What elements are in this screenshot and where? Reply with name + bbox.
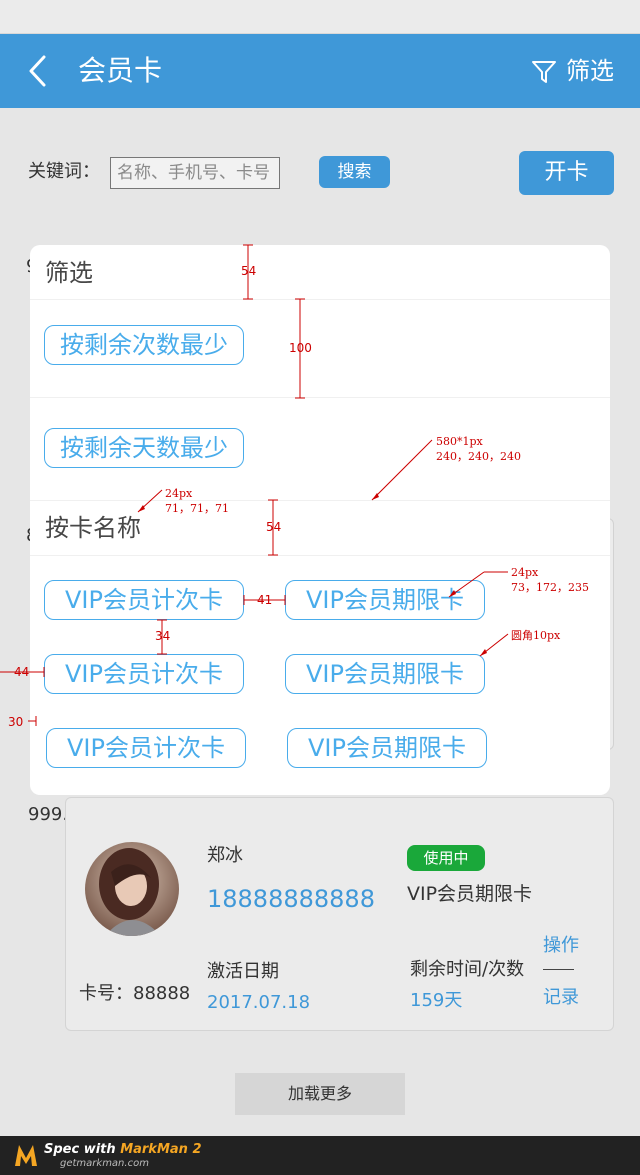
page-title: 会员卡 <box>78 54 163 87</box>
markman-prefix: Spec with <box>44 1142 121 1157</box>
markman-title: Spec with MarkMan 2 <box>44 1142 202 1158</box>
markman-url: getmarkman.com <box>60 1158 149 1169</box>
card-name-option[interactable]: VIP会员计次卡 <box>46 728 246 768</box>
filter-panel: 筛选 按剩余次数最少 按剩余天数最少 按卡名称 VIP会员计次卡 VIP会员期限… <box>30 245 610 795</box>
annotation-label: 54 <box>241 264 257 278</box>
annotation-label: 54 <box>266 520 282 534</box>
search-button[interactable]: 搜索 <box>319 156 390 188</box>
remaining-label: 剩余时间/次数 <box>410 959 525 980</box>
app-header: 会员卡 筛选 <box>0 34 640 108</box>
operate-link[interactable]: 操作 <box>543 934 579 958</box>
member-phone: 18888888888 <box>207 885 375 913</box>
annotation-label: 41 <box>257 593 273 607</box>
activate-date-value: 2017.07.18 <box>207 992 311 1013</box>
remaining-value: 159天 <box>410 990 463 1011</box>
annotation-label: 34 <box>155 629 171 643</box>
filter-panel-title: 筛选 <box>45 259 93 287</box>
sort-least-days-option[interactable]: 按剩余天数最少 <box>44 428 244 468</box>
load-more-button[interactable]: 加载更多 <box>235 1073 405 1115</box>
avatar <box>85 842 179 936</box>
list-count-text: 999. <box>28 804 69 825</box>
annotation-label: 73，172，235 <box>511 581 589 594</box>
card-type: VIP会员期限卡 <box>407 883 533 905</box>
divider <box>30 397 610 398</box>
status-badge: 使用中 <box>407 845 485 871</box>
markman-logo-icon <box>15 1145 37 1166</box>
annotation-label: 44 <box>14 665 30 679</box>
markman-brand: MarkMan 2 <box>120 1142 202 1157</box>
annotation-label: 240，240，240 <box>436 450 521 463</box>
annotation-label: 圆角10px <box>511 629 561 642</box>
card-name-option[interactable]: VIP会员期限卡 <box>285 580 485 620</box>
card-name-option[interactable]: VIP会员计次卡 <box>44 654 244 694</box>
divider <box>30 500 610 501</box>
keyword-label: 关键词： <box>28 161 100 182</box>
annotation-label: 71，71，71 <box>165 502 229 515</box>
card-name-option[interactable]: VIP会员期限卡 <box>285 654 485 694</box>
card-name-option[interactable]: VIP会员计次卡 <box>44 580 244 620</box>
annotation-label: 100 <box>289 341 312 355</box>
divider <box>30 555 610 556</box>
sort-least-times-option[interactable]: 按剩余次数最少 <box>44 325 244 365</box>
card-number: 卡号：88888 <box>79 983 191 1004</box>
record-link[interactable]: 记录 <box>543 986 579 1010</box>
member-name: 郑冰 <box>207 845 243 866</box>
annotation-label: 30 <box>8 715 24 729</box>
filter-button[interactable]: 筛选 <box>566 55 614 87</box>
card-name-option[interactable]: VIP会员期限卡 <box>287 728 487 768</box>
status-bar <box>0 0 640 34</box>
back-arrow-icon[interactable] <box>24 54 54 88</box>
divider <box>30 299 610 300</box>
card-name-section-title: 按卡名称 <box>45 514 141 542</box>
open-card-button[interactable]: 开卡 <box>519 151 614 195</box>
search-input[interactable] <box>110 157 280 189</box>
annotation-label: 24px <box>165 487 193 500</box>
annotation-label: 24px <box>511 566 539 579</box>
annotation-label: 580*1px <box>436 435 483 448</box>
link-divider <box>543 969 574 970</box>
filter-funnel-icon[interactable] <box>531 59 557 85</box>
activate-date-label: 激活日期 <box>207 961 279 982</box>
